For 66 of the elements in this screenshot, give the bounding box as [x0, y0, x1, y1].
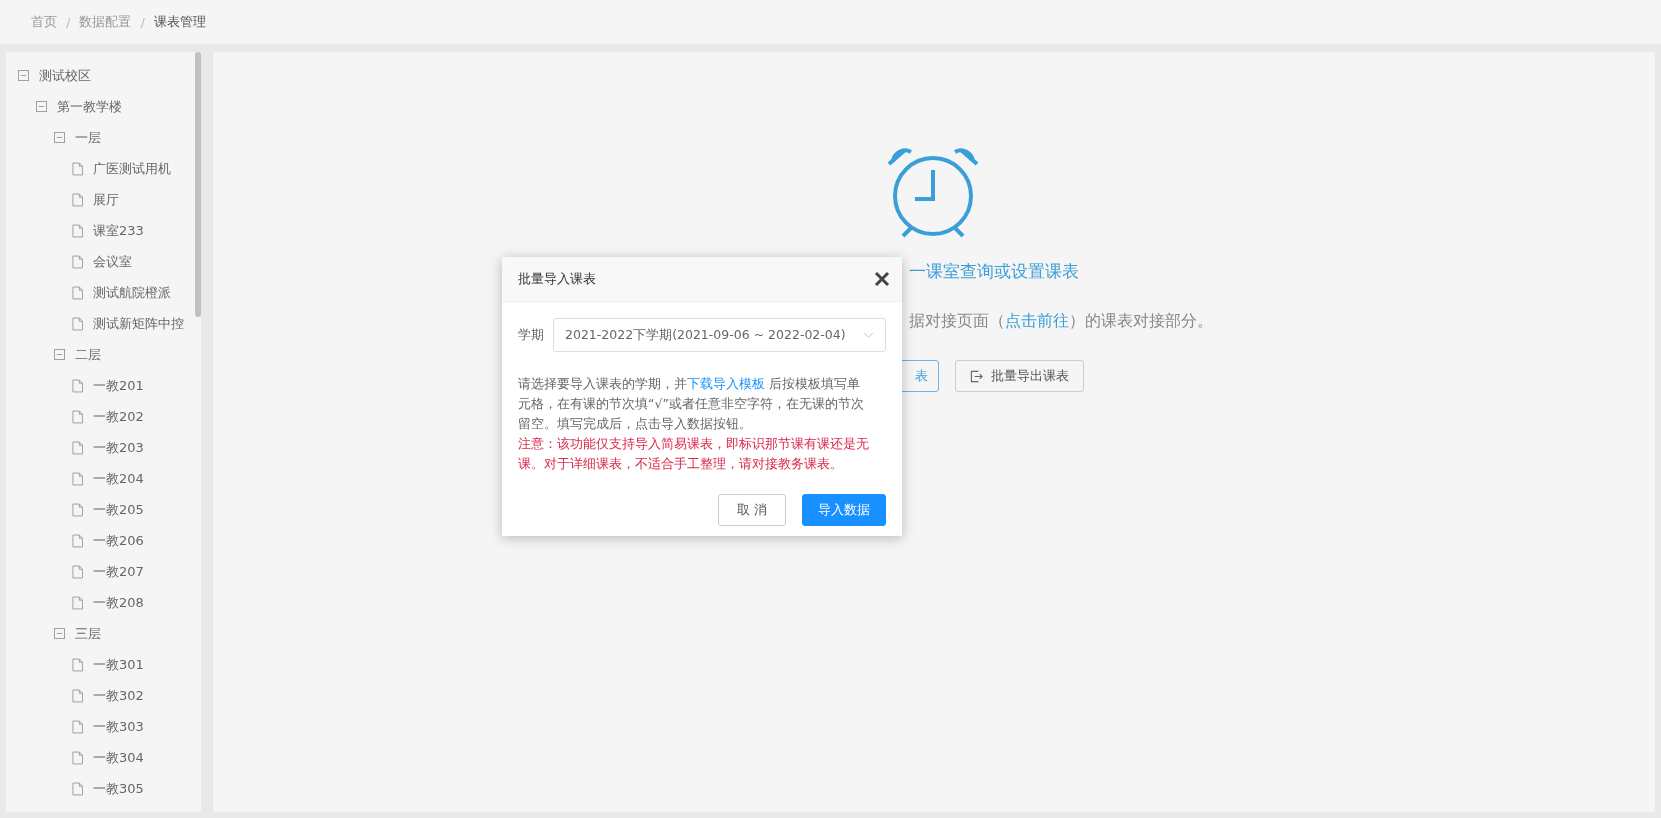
file-icon	[72, 378, 83, 393]
file-icon	[72, 781, 83, 796]
file-icon	[72, 719, 83, 734]
collapse-icon[interactable]	[36, 101, 47, 112]
download-link[interactable]: 下载导入模板	[687, 376, 765, 391]
file-icon	[72, 657, 83, 672]
file-icon	[72, 409, 83, 424]
tree-item[interactable]: 测试航院橙派	[93, 283, 171, 302]
tree-item[interactable]: 一教303	[93, 717, 144, 736]
breadcrumb-separator: /	[66, 14, 71, 30]
collapse-icon[interactable]	[54, 628, 65, 639]
collapse-icon[interactable]	[18, 70, 29, 81]
tree-item[interactable]: 一教304	[93, 748, 144, 767]
tree-item[interactable]: 测试新矩阵中控	[93, 314, 184, 333]
hint-title: 一课室查询或设置课表	[909, 260, 1080, 283]
warning-text: 注意：该功能仅支持导入简易课表，即标识那节课有课还是无课。对于详细课表，不适合手工整理，请对接教务课表。	[518, 435, 870, 473]
tree-item[interactable]: 二层	[75, 345, 101, 364]
breadcrumb-separator: /	[140, 14, 145, 30]
scrollbar[interactable]	[195, 52, 201, 317]
cancel-button[interactable]: 取 消	[717, 494, 786, 526]
hint-text: 据对接页面（点击前往）的课表对接部分。	[909, 311, 1214, 332]
tree-item[interactable]: 一教202	[93, 407, 144, 426]
tree-item[interactable]: 三层	[75, 624, 101, 643]
collapse-icon[interactable]	[54, 132, 65, 143]
file-icon	[72, 316, 83, 331]
file-icon	[72, 440, 83, 455]
tree-item[interactable]: 一教207	[93, 562, 144, 581]
tree-item[interactable]: 一教301	[93, 655, 144, 674]
tree-item[interactable]: 一教201	[93, 376, 144, 395]
tree-item[interactable]: 一教205	[93, 500, 144, 519]
file-icon	[72, 502, 83, 517]
file-icon	[72, 223, 83, 238]
tree-item[interactable]: 课室233	[93, 221, 144, 240]
tree-item[interactable]: 会议室	[93, 252, 132, 271]
file-icon	[72, 285, 83, 300]
close-icon[interactable]	[874, 271, 890, 287]
tree-item[interactable]: 一教204	[93, 469, 144, 488]
tree-item[interactable]: 一教305	[93, 779, 144, 798]
file-icon	[72, 192, 83, 207]
tree-item[interactable]: 测试校区	[39, 66, 91, 85]
import-data-button[interactable]: 导入数据	[802, 494, 886, 526]
file-icon	[72, 533, 83, 548]
file-icon	[72, 254, 83, 269]
file-icon	[72, 471, 83, 486]
caret-icon	[863, 331, 874, 339]
export-button[interactable]: 批量导出课表	[955, 360, 1084, 392]
tree-item[interactable]: 一教203	[93, 438, 144, 457]
dialog-title: 批量导入课表	[518, 270, 596, 288]
collapse-icon[interactable]	[54, 349, 65, 360]
file-icon	[72, 564, 83, 579]
field-label: 学期	[518, 326, 544, 344]
tree-item[interactable]: 一教206	[93, 531, 144, 550]
file-icon	[72, 161, 83, 176]
file-icon	[72, 750, 83, 765]
breadcrumb-item: 课表管理	[153, 13, 206, 31]
tree-item[interactable]: 一教208	[93, 593, 144, 612]
file-icon	[72, 595, 83, 610]
tree-item[interactable]: 一层	[75, 128, 101, 147]
tree-item[interactable]: 一教302	[93, 686, 144, 705]
tree-item[interactable]: 第一教学楼	[57, 97, 122, 116]
tree-item[interactable]: 展厅	[93, 190, 119, 209]
tree-item[interactable]: 广医测试用机	[93, 159, 171, 178]
file-icon	[72, 688, 83, 703]
term-select[interactable]: 2021-2022下学期(2021-09-06 ~ 2022-02-04)	[553, 318, 886, 352]
instruction-text: 请选择要导入课表的学期，并下载导入模板 后按模板填写单元格，在有课的节次填“√”或者任意非空字符，在无课的节次留空。填写完成后，点击导入数据按钮。	[518, 375, 865, 433]
export-icon	[970, 369, 983, 383]
